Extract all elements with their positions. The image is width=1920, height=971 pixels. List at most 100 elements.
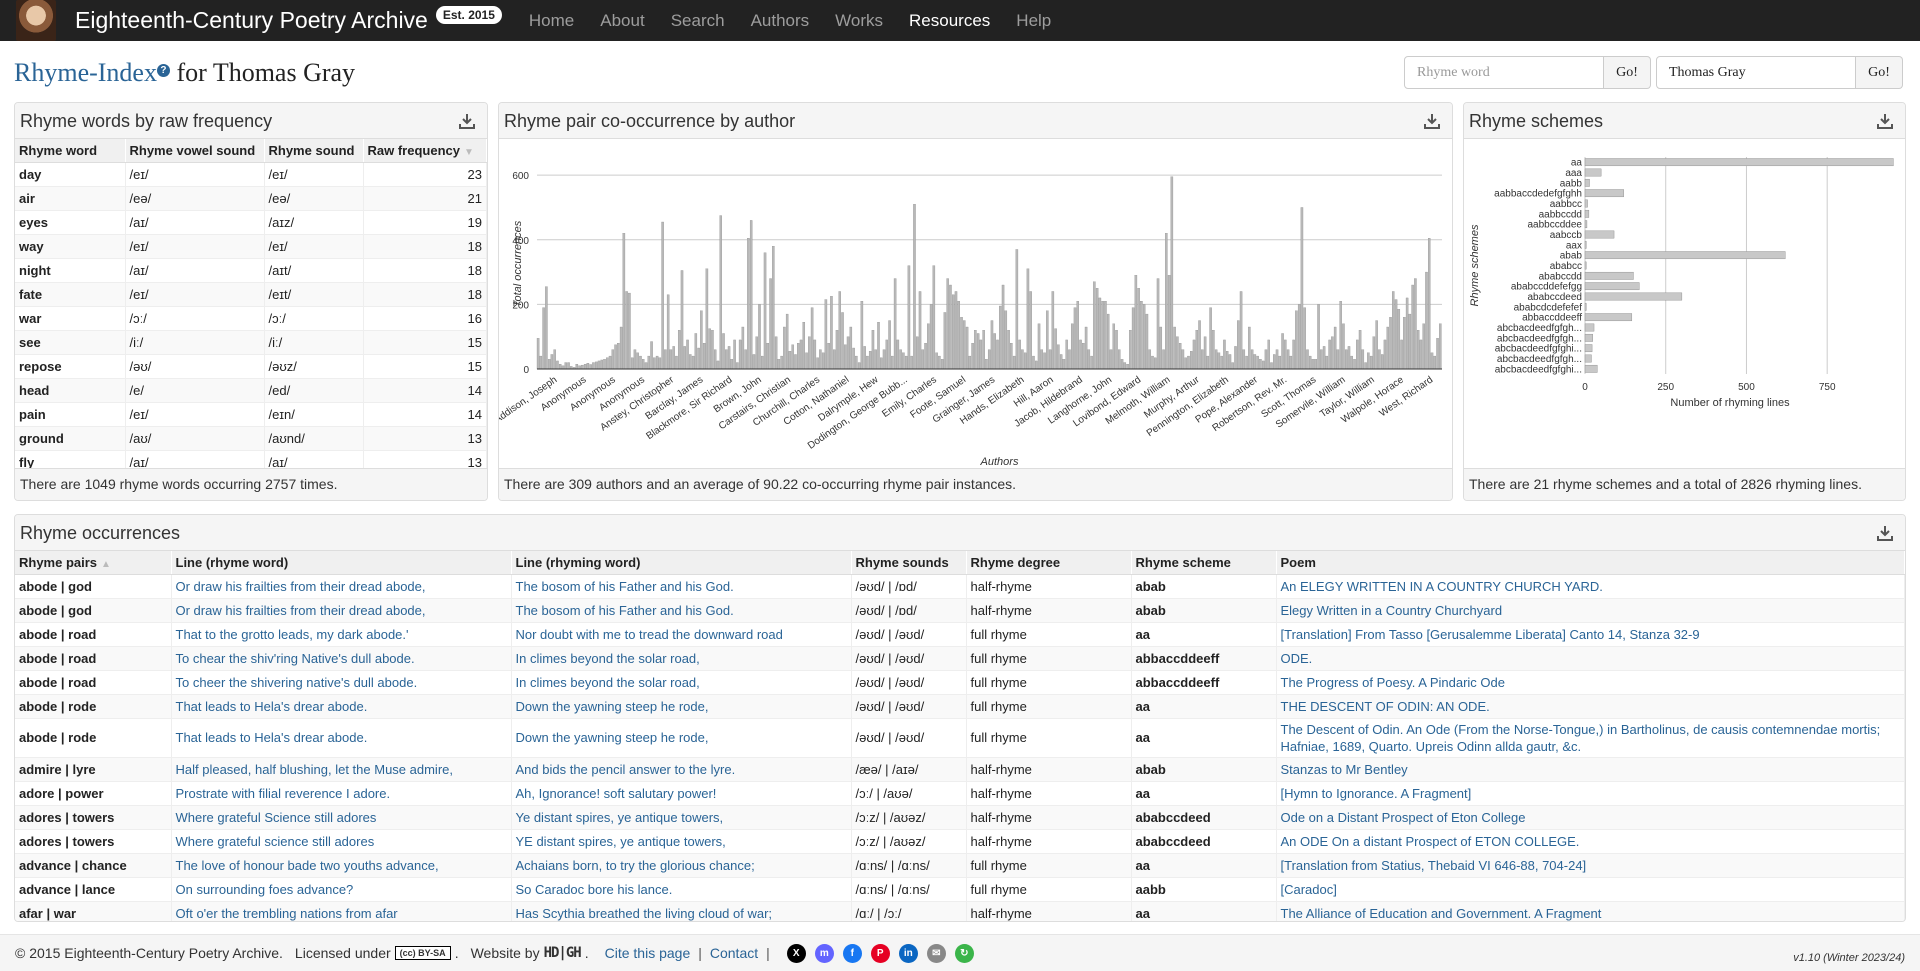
bar[interactable]: [1336, 349, 1340, 370]
bar[interactable]: [943, 312, 947, 370]
bar[interactable]: [755, 336, 758, 370]
bar[interactable]: [1131, 307, 1135, 370]
bar[interactable]: [650, 341, 653, 370]
bar[interactable]: [965, 326, 969, 370]
bar[interactable]: [708, 328, 711, 370]
freq-table-wrap[interactable]: Rhyme word Rhyme vowel sound Rhyme sound…: [15, 139, 487, 469]
bar[interactable]: [1372, 336, 1376, 370]
line-link[interactable]: That leads to Hela's drear abode.: [171, 694, 512, 719]
bar[interactable]: [868, 351, 872, 370]
bar[interactable]: [1408, 313, 1412, 370]
bar[interactable]: [758, 304, 761, 370]
bar[interactable]: [888, 320, 891, 370]
bar[interactable]: [583, 364, 587, 370]
poem-link[interactable]: THE DESCENT OF ODIN: AN ODE.: [1276, 694, 1905, 719]
bar[interactable]: [702, 343, 706, 370]
poem-link[interactable]: The Alliance of Education and Government…: [1276, 901, 1905, 921]
bar[interactable]: [1311, 359, 1315, 370]
bar[interactable]: [902, 352, 905, 370]
bar[interactable]: [1173, 326, 1176, 370]
line-link[interactable]: That leads to Hela's drear abode.: [171, 718, 512, 758]
table-row[interactable]: abode | god Or draw his frailties from th…: [15, 598, 1905, 623]
bar[interactable]: [594, 361, 598, 370]
bar[interactable]: [1090, 355, 1093, 370]
bar[interactable]: [963, 320, 966, 370]
col-rhyme-sounds[interactable]: Rhyme sounds: [851, 551, 967, 575]
bar[interactable]: [1433, 355, 1437, 370]
bar[interactable]: [896, 339, 900, 370]
bar[interactable]: [1584, 240, 1587, 249]
bar[interactable]: [1306, 349, 1309, 370]
bar[interactable]: [921, 349, 925, 370]
bar[interactable]: [1123, 362, 1127, 370]
bar[interactable]: [904, 355, 908, 370]
bar[interactable]: [880, 357, 883, 370]
bar[interactable]: [1403, 317, 1406, 370]
table-row[interactable]: head/e//ed/14: [15, 378, 487, 403]
download-icon[interactable]: [1877, 113, 1893, 129]
bar[interactable]: [799, 339, 803, 370]
bar[interactable]: [855, 355, 858, 370]
rhyme-word-input[interactable]: [1404, 56, 1604, 89]
bar[interactable]: [1397, 309, 1401, 370]
bar[interactable]: [686, 339, 689, 370]
bar[interactable]: [1295, 310, 1298, 370]
site-logo[interactable]: [16, 0, 56, 41]
bar[interactable]: [1584, 199, 1588, 208]
line-link[interactable]: And bids the pencil answer to the lyre.: [511, 757, 852, 782]
nav-works[interactable]: Works: [822, 0, 896, 41]
help-icon[interactable]: ?: [156, 64, 170, 77]
bar[interactable]: [1584, 271, 1634, 280]
bar[interactable]: [664, 349, 667, 370]
bar[interactable]: [1331, 336, 1334, 370]
bar[interactable]: [1057, 344, 1060, 370]
bar[interactable]: [1156, 278, 1160, 370]
bar[interactable]: [791, 344, 794, 370]
line-link[interactable]: Nor doubt with me to tread the downward …: [511, 622, 852, 647]
bar[interactable]: [1436, 338, 1439, 370]
bar[interactable]: [1242, 349, 1246, 370]
line-link[interactable]: To chear the shiv'ring Native's dull abo…: [171, 646, 512, 671]
bar[interactable]: [968, 355, 972, 370]
line-link[interactable]: Has Scythia breathed the living cloud of…: [511, 901, 852, 921]
bar[interactable]: [1145, 313, 1149, 370]
bar[interactable]: [788, 351, 792, 370]
bar[interactable]: [1007, 330, 1010, 370]
bar[interactable]: [1414, 278, 1417, 370]
bar[interactable]: [586, 363, 590, 370]
bar[interactable]: [990, 320, 994, 370]
line-link[interactable]: Ah, Ignorance! soft salutary power!: [511, 781, 852, 806]
bar[interactable]: [954, 291, 958, 370]
bar[interactable]: [1167, 275, 1171, 370]
bar[interactable]: [1220, 355, 1223, 370]
bar[interactable]: [1181, 349, 1185, 370]
cc-license-badge[interactable]: (cc) BY-SA: [394, 946, 451, 960]
bar[interactable]: [542, 307, 545, 370]
bar[interactable]: [1584, 189, 1624, 198]
bar[interactable]: [1228, 354, 1232, 370]
bar[interactable]: [802, 322, 806, 370]
line-link[interactable]: Or draw his frailties from their dread a…: [171, 574, 512, 599]
bar[interactable]: [1339, 301, 1342, 370]
bar[interactable]: [885, 339, 889, 370]
bar[interactable]: [677, 330, 681, 370]
col-rhyme-word[interactable]: Rhyme word: [15, 139, 126, 163]
bar[interactable]: [1062, 359, 1066, 370]
bar[interactable]: [713, 349, 717, 370]
line-link[interactable]: Achaians born, to try the glorious chanc…: [511, 853, 852, 878]
bar[interactable]: [1035, 360, 1038, 370]
bar[interactable]: [716, 360, 720, 370]
bar[interactable]: [846, 336, 850, 370]
bar[interactable]: [849, 326, 853, 370]
bar[interactable]: [694, 333, 698, 370]
email-icon[interactable]: ✉: [926, 943, 946, 963]
bar[interactable]: [1422, 323, 1425, 370]
poem-link[interactable]: An ELEGY WRITTEN IN A COUNTRY CHURCH YAR…: [1276, 574, 1905, 599]
bar[interactable]: [1048, 349, 1052, 370]
nav-about[interactable]: About: [587, 0, 657, 41]
bar[interactable]: [1259, 359, 1262, 370]
bar[interactable]: [1292, 339, 1295, 370]
bar[interactable]: [1079, 339, 1082, 370]
bar[interactable]: [1068, 349, 1071, 370]
bar[interactable]: [653, 357, 656, 370]
